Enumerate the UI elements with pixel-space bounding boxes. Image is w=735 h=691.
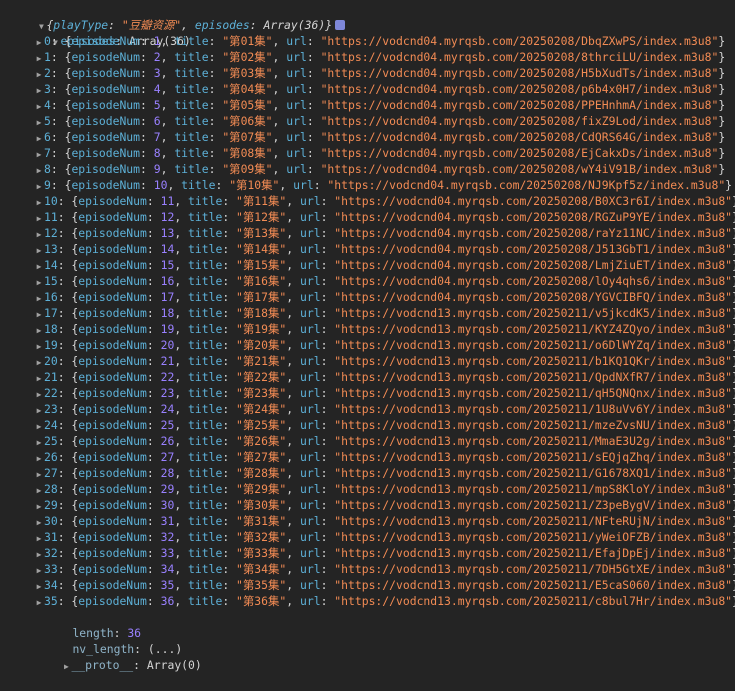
episode-row[interactable]: ▶ 8: {episodeNum: 9, title: "第09集", url: … xyxy=(0,161,735,177)
proto-row[interactable]: ▶ __proto__: Array(0) xyxy=(0,641,735,672)
episode-row[interactable]: ▶ 9: {episodeNum: 10, title: "第10集", url:… xyxy=(0,177,735,193)
episode-row[interactable]: ▶ 0: {episodeNum: 1, title: "第01集", url: … xyxy=(0,33,735,49)
episode-row[interactable]: ▶ 3: {episodeNum: 4, title: "第04集", url: … xyxy=(0,81,735,97)
episode-row[interactable]: ▶ 18: {episodeNum: 19, title: "第19集", url… xyxy=(0,321,735,337)
episode-row[interactable]: ▶ 4: {episodeNum: 5, title: "第05集", url: … xyxy=(0,97,735,113)
episode-row[interactable]: ▶ 22: {episodeNum: 23, title: "第23集", url… xyxy=(0,385,735,401)
episode-row[interactable]: ▶ 35: {episodeNum: 36, title: "第36集", url… xyxy=(0,593,735,609)
episode-row[interactable]: ▶ 11: {episodeNum: 12, title: "第12集", url… xyxy=(0,209,735,225)
episode-row[interactable]: ▶ 31: {episodeNum: 32, title: "第32集", url… xyxy=(0,529,735,545)
episode-row[interactable]: ▶ 5: {episodeNum: 6, title: "第06集", url: … xyxy=(0,113,735,129)
episode-row[interactable]: ▶ 26: {episodeNum: 27, title: "第27集", url… xyxy=(0,449,735,465)
episode-row[interactable]: ▶ 28: {episodeNum: 29, title: "第29集", url… xyxy=(0,481,735,497)
episode-row[interactable]: ▶ 7: {episodeNum: 8, title: "第08集", url: … xyxy=(0,145,735,161)
episode-row[interactable]: ▶ 24: {episodeNum: 25, title: "第25集", url… xyxy=(0,417,735,433)
episode-row[interactable]: ▶ 14: {episodeNum: 15, title: "第15集", url… xyxy=(0,257,735,273)
length-row: length: 36 xyxy=(72,626,142,640)
episode-row[interactable]: ▶ 6: {episodeNum: 7, title: "第07集", url: … xyxy=(0,129,735,145)
episode-row[interactable]: ▶ 33: {episodeNum: 34, title: "第34集", url… xyxy=(0,561,735,577)
episode-row[interactable]: ▶ 2: {episodeNum: 3, title: "第03集", url: … xyxy=(0,65,735,81)
episode-row[interactable]: ▶ 23: {episodeNum: 24, title: "第24集", url… xyxy=(0,401,735,417)
episode-row[interactable]: ▶ 21: {episodeNum: 22, title: "第22集", url… xyxy=(0,369,735,385)
object-summary-row[interactable]: ▼ {playType: "豆瓣资源", episodes: Array(36)} xyxy=(0,1,735,32)
episode-row[interactable]: ▶ 29: {episodeNum: 30, title: "第30集", url… xyxy=(0,497,735,513)
episode-row[interactable]: ▶ 25: {episodeNum: 26, title: "第26集", url… xyxy=(0,433,735,449)
console-output: ▼ {playType: "豆瓣资源", episodes: Array(36)}… xyxy=(0,0,735,672)
episode-row[interactable]: ▶ 10: {episodeNum: 11, title: "第11集", url… xyxy=(0,193,735,209)
episode-list: ▶ 0: {episodeNum: 1, title: "第01集", url: … xyxy=(0,33,735,609)
episode-row[interactable]: ▶ 20: {episodeNum: 21, title: "第21集", url… xyxy=(0,353,735,369)
episode-row[interactable]: ▶ 12: {episodeNum: 13, title: "第13集", url… xyxy=(0,225,735,241)
episode-row[interactable]: ▶ 34: {episodeNum: 35, title: "第35集", url… xyxy=(0,577,735,593)
episode-row[interactable]: ▶ 17: {episodeNum: 18, title: "第18集", url… xyxy=(0,305,735,321)
episode-row[interactable]: ▶ 16: {episodeNum: 17, title: "第17集", url… xyxy=(0,289,735,305)
episode-row[interactable]: ▶ 1: {episodeNum: 2, title: "第02集", url: … xyxy=(0,49,735,65)
episode-row[interactable]: ▶ 15: {episodeNum: 16, title: "第16集", url… xyxy=(0,273,735,289)
triangle-right-icon[interactable]: ▶ xyxy=(61,659,71,675)
episodes-array-row[interactable]: ▼ episodes: Array(36) xyxy=(0,17,735,48)
episode-row[interactable]: ▶ 27: {episodeNum: 28, title: "第28集", url… xyxy=(0,465,735,481)
nv-length-row[interactable]: nv_length: (...) xyxy=(0,625,735,656)
episode-row[interactable]: ▶ 30: {episodeNum: 31, title: "第31集", url… xyxy=(0,513,735,529)
episode-row[interactable]: ▶ 32: {episodeNum: 33, title: "第33集", url… xyxy=(0,545,735,561)
episode-row[interactable]: ▶ 13: {episodeNum: 14, title: "第14集", url… xyxy=(0,241,735,257)
episode-row[interactable]: ▶ 19: {episodeNum: 20, title: "第20集", url… xyxy=(0,337,735,353)
